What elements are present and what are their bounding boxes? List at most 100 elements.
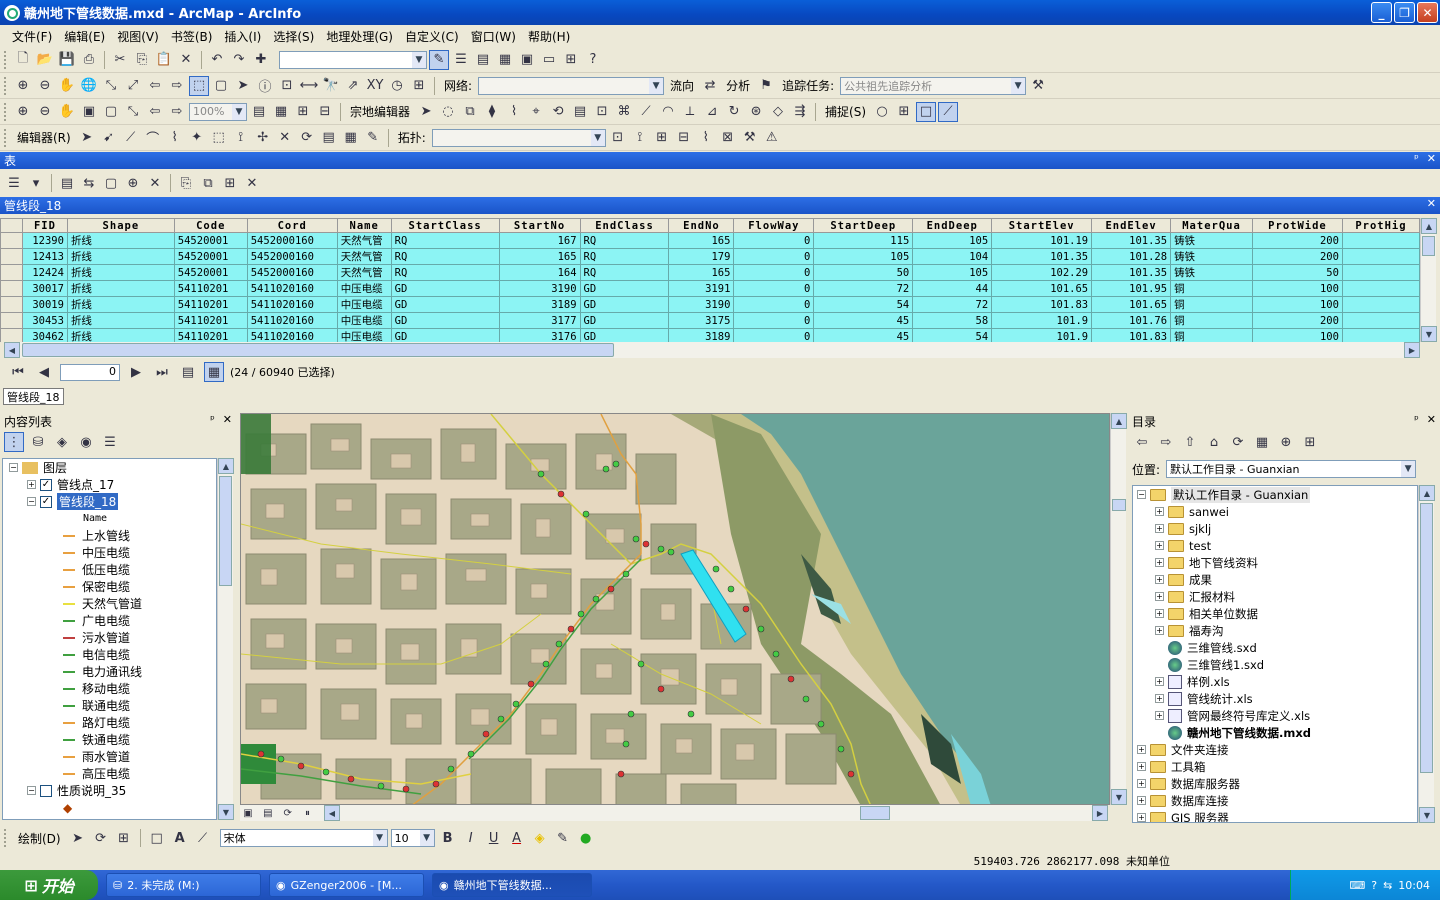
table-cell[interactable]: 天然气管 <box>337 264 392 281</box>
legend-item[interactable]: 电信电缆 <box>3 646 216 663</box>
zoom-100-icon[interactable]: ▢ <box>101 102 121 122</box>
parcel-points-icon[interactable]: ⌖ <box>526 102 546 122</box>
marker-color-icon[interactable]: ● <box>576 828 596 848</box>
column-header[interactable]: FlowWay <box>733 218 815 233</box>
rectangle-icon[interactable]: □ <box>147 828 167 848</box>
table-cell[interactable]: 101.35 <box>1091 264 1172 281</box>
catalog-item[interactable]: + sanwei <box>1133 503 1417 520</box>
collapse-icon[interactable]: − <box>9 463 18 472</box>
catalog-top-item[interactable]: + 文件夹连接 <box>1133 741 1417 758</box>
table-cell[interactable]: 105 <box>912 264 993 281</box>
table-cell[interactable]: 中压电缆 <box>337 328 392 342</box>
switch-selection-icon[interactable]: ⇆ <box>79 173 99 193</box>
table-cell[interactable]: 5411020160 <box>247 296 338 313</box>
menu-help[interactable]: 帮助(H) <box>522 28 576 45</box>
find-route-icon[interactable]: ⇗ <box>343 76 363 96</box>
legend-item[interactable]: 低压电缆 <box>3 561 216 578</box>
identify-icon[interactable]: ⓘ <box>255 76 275 96</box>
catalog-item[interactable]: + 相关单位数据 <box>1133 605 1417 622</box>
map-view[interactable] <box>240 413 1110 805</box>
column-header[interactable]: ProtHig <box>1341 218 1420 233</box>
layers-root[interactable]: − 图层 <box>3 459 216 476</box>
toggle-contents-icon[interactable]: ⊞ <box>1300 432 1320 452</box>
text-tool-icon[interactable]: A <box>170 828 190 848</box>
row-selector[interactable] <box>0 280 23 297</box>
table-row[interactable]: 30017 折线 54110201 5411020160 中压电缆 GD 3190 GD 319… <box>0 280 1420 297</box>
table-cell[interactable] <box>1342 280 1420 297</box>
keyboard-icon[interactable]: ⌨ <box>1349 879 1365 892</box>
table-cell[interactable]: 72 <box>912 296 993 313</box>
taskbar-item[interactable]: ◉ GZenger2006 - [M... <box>269 873 424 897</box>
close-icon[interactable]: ✕ <box>1427 152 1436 165</box>
italic-button[interactable]: I <box>461 828 481 848</box>
straight-segment-icon[interactable]: ⟋ <box>121 128 141 148</box>
h-scroll-thumb[interactable] <box>860 806 890 820</box>
back-extent-icon[interactable]: ⇦ <box>145 76 165 96</box>
error-inspector-icon[interactable]: ⚠ <box>762 128 782 148</box>
legend-item[interactable]: 电力通讯线 <box>3 663 216 680</box>
parcel-explore-icon[interactable]: ⊡ <box>592 102 612 122</box>
scroll-up-icon[interactable]: ▲ <box>218 458 234 474</box>
sketch-properties-icon[interactable]: ▦ <box>341 128 361 148</box>
cogo-icon[interactable]: ⌘ <box>614 102 634 122</box>
table-cell[interactable]: 54110201 <box>174 312 248 329</box>
layer-visibility-checkbox[interactable]: ✓ <box>40 478 52 491</box>
zoom-to-selected-icon[interactable]: ⊕ <box>123 173 143 193</box>
table-cell[interactable]: 12413 <box>22 248 68 265</box>
expand-icon[interactable]: + <box>1155 694 1164 703</box>
toolbar-grip[interactable] <box>4 50 8 69</box>
table-cell[interactable]: 165 <box>668 264 735 281</box>
table-cell[interactable]: 54110201 <box>174 280 248 297</box>
edit-annotation-icon[interactable]: ➹ <box>99 128 119 148</box>
prev-record-icon[interactable]: ◀ <box>34 362 54 382</box>
table-cell[interactable]: 铸铁 <box>1170 232 1253 249</box>
catalog-item[interactable]: + 成果 <box>1133 571 1417 588</box>
table-cell[interactable]: 105 <box>813 248 914 265</box>
edit-tool-icon[interactable]: ➤ <box>77 128 97 148</box>
table-cell[interactable]: 5411020160 <box>247 312 338 329</box>
pan-icon[interactable]: ✋ <box>57 76 77 96</box>
table-cell[interactable]: 0 <box>733 328 815 342</box>
cogo-proportion-icon[interactable]: ⊿ <box>702 102 722 122</box>
new-document-icon[interactable]: 🗋 <box>13 50 33 70</box>
table-cell[interactable]: 101.76 <box>1091 312 1172 329</box>
menu-selection[interactable]: 选择(S) <box>267 28 320 45</box>
column-header[interactable]: EndElev <box>1091 218 1172 233</box>
row-selector[interactable] <box>0 328 23 342</box>
expand-icon[interactable]: + <box>1155 524 1164 533</box>
table-cell[interactable]: RQ <box>580 232 670 249</box>
column-header[interactable]: StartNo <box>498 218 581 233</box>
legend-item[interactable]: 污水管道 <box>3 629 216 646</box>
legend-item[interactable]: 铁通电缆 <box>3 731 216 748</box>
data-view-icon[interactable]: ▣ <box>240 806 256 822</box>
table-cell[interactable]: 3177 <box>499 312 581 329</box>
layer-row[interactable]: − ✓ 管线段_18 <box>3 493 216 510</box>
catalog-item[interactable]: + 管网最终符号库定义.xls <box>1133 707 1417 724</box>
catalog-item[interactable]: + 管线统计.xls <box>1133 690 1417 707</box>
table-cell[interactable]: 58 <box>912 312 993 329</box>
column-header[interactable]: Name <box>336 218 392 233</box>
table-cell[interactable]: 101.65 <box>1091 296 1172 313</box>
solve-icon[interactable]: ⚒ <box>1028 76 1048 96</box>
menu-file[interactable]: 文件(F) <box>6 28 58 45</box>
flag-icon[interactable]: ⚑ <box>756 76 776 96</box>
table-cell[interactable]: 101.35 <box>991 248 1093 265</box>
catalog-item[interactable]: + sjklj <box>1133 520 1417 537</box>
menu-geoprocessing[interactable]: 地理处理(G) <box>320 28 399 45</box>
table-cell[interactable]: 铜 <box>1170 328 1253 342</box>
parcel-lines-icon[interactable]: ⌇ <box>504 102 524 122</box>
table-cell[interactable]: 54110201 <box>174 296 248 313</box>
toolbar-grip[interactable] <box>4 102 8 121</box>
table-cell[interactable]: GD <box>391 280 500 297</box>
point-icon[interactable]: ✦ <box>187 128 207 148</box>
expand-icon[interactable]: + <box>1155 558 1164 567</box>
expand-icon[interactable]: + <box>1137 813 1146 822</box>
cogo-split-icon[interactable]: ⟂ <box>680 102 700 122</box>
delete-icon[interactable]: ✕ <box>176 50 196 70</box>
table-cell[interactable]: 30019 <box>22 296 68 313</box>
column-header[interactable]: FID <box>21 218 68 233</box>
table-cell[interactable]: 45 <box>813 312 914 329</box>
select-elements-icon[interactable]: ➤ <box>68 828 88 848</box>
split-icon[interactable]: ✕ <box>275 128 295 148</box>
parcel-select-icon[interactable]: ➤ <box>416 102 436 122</box>
